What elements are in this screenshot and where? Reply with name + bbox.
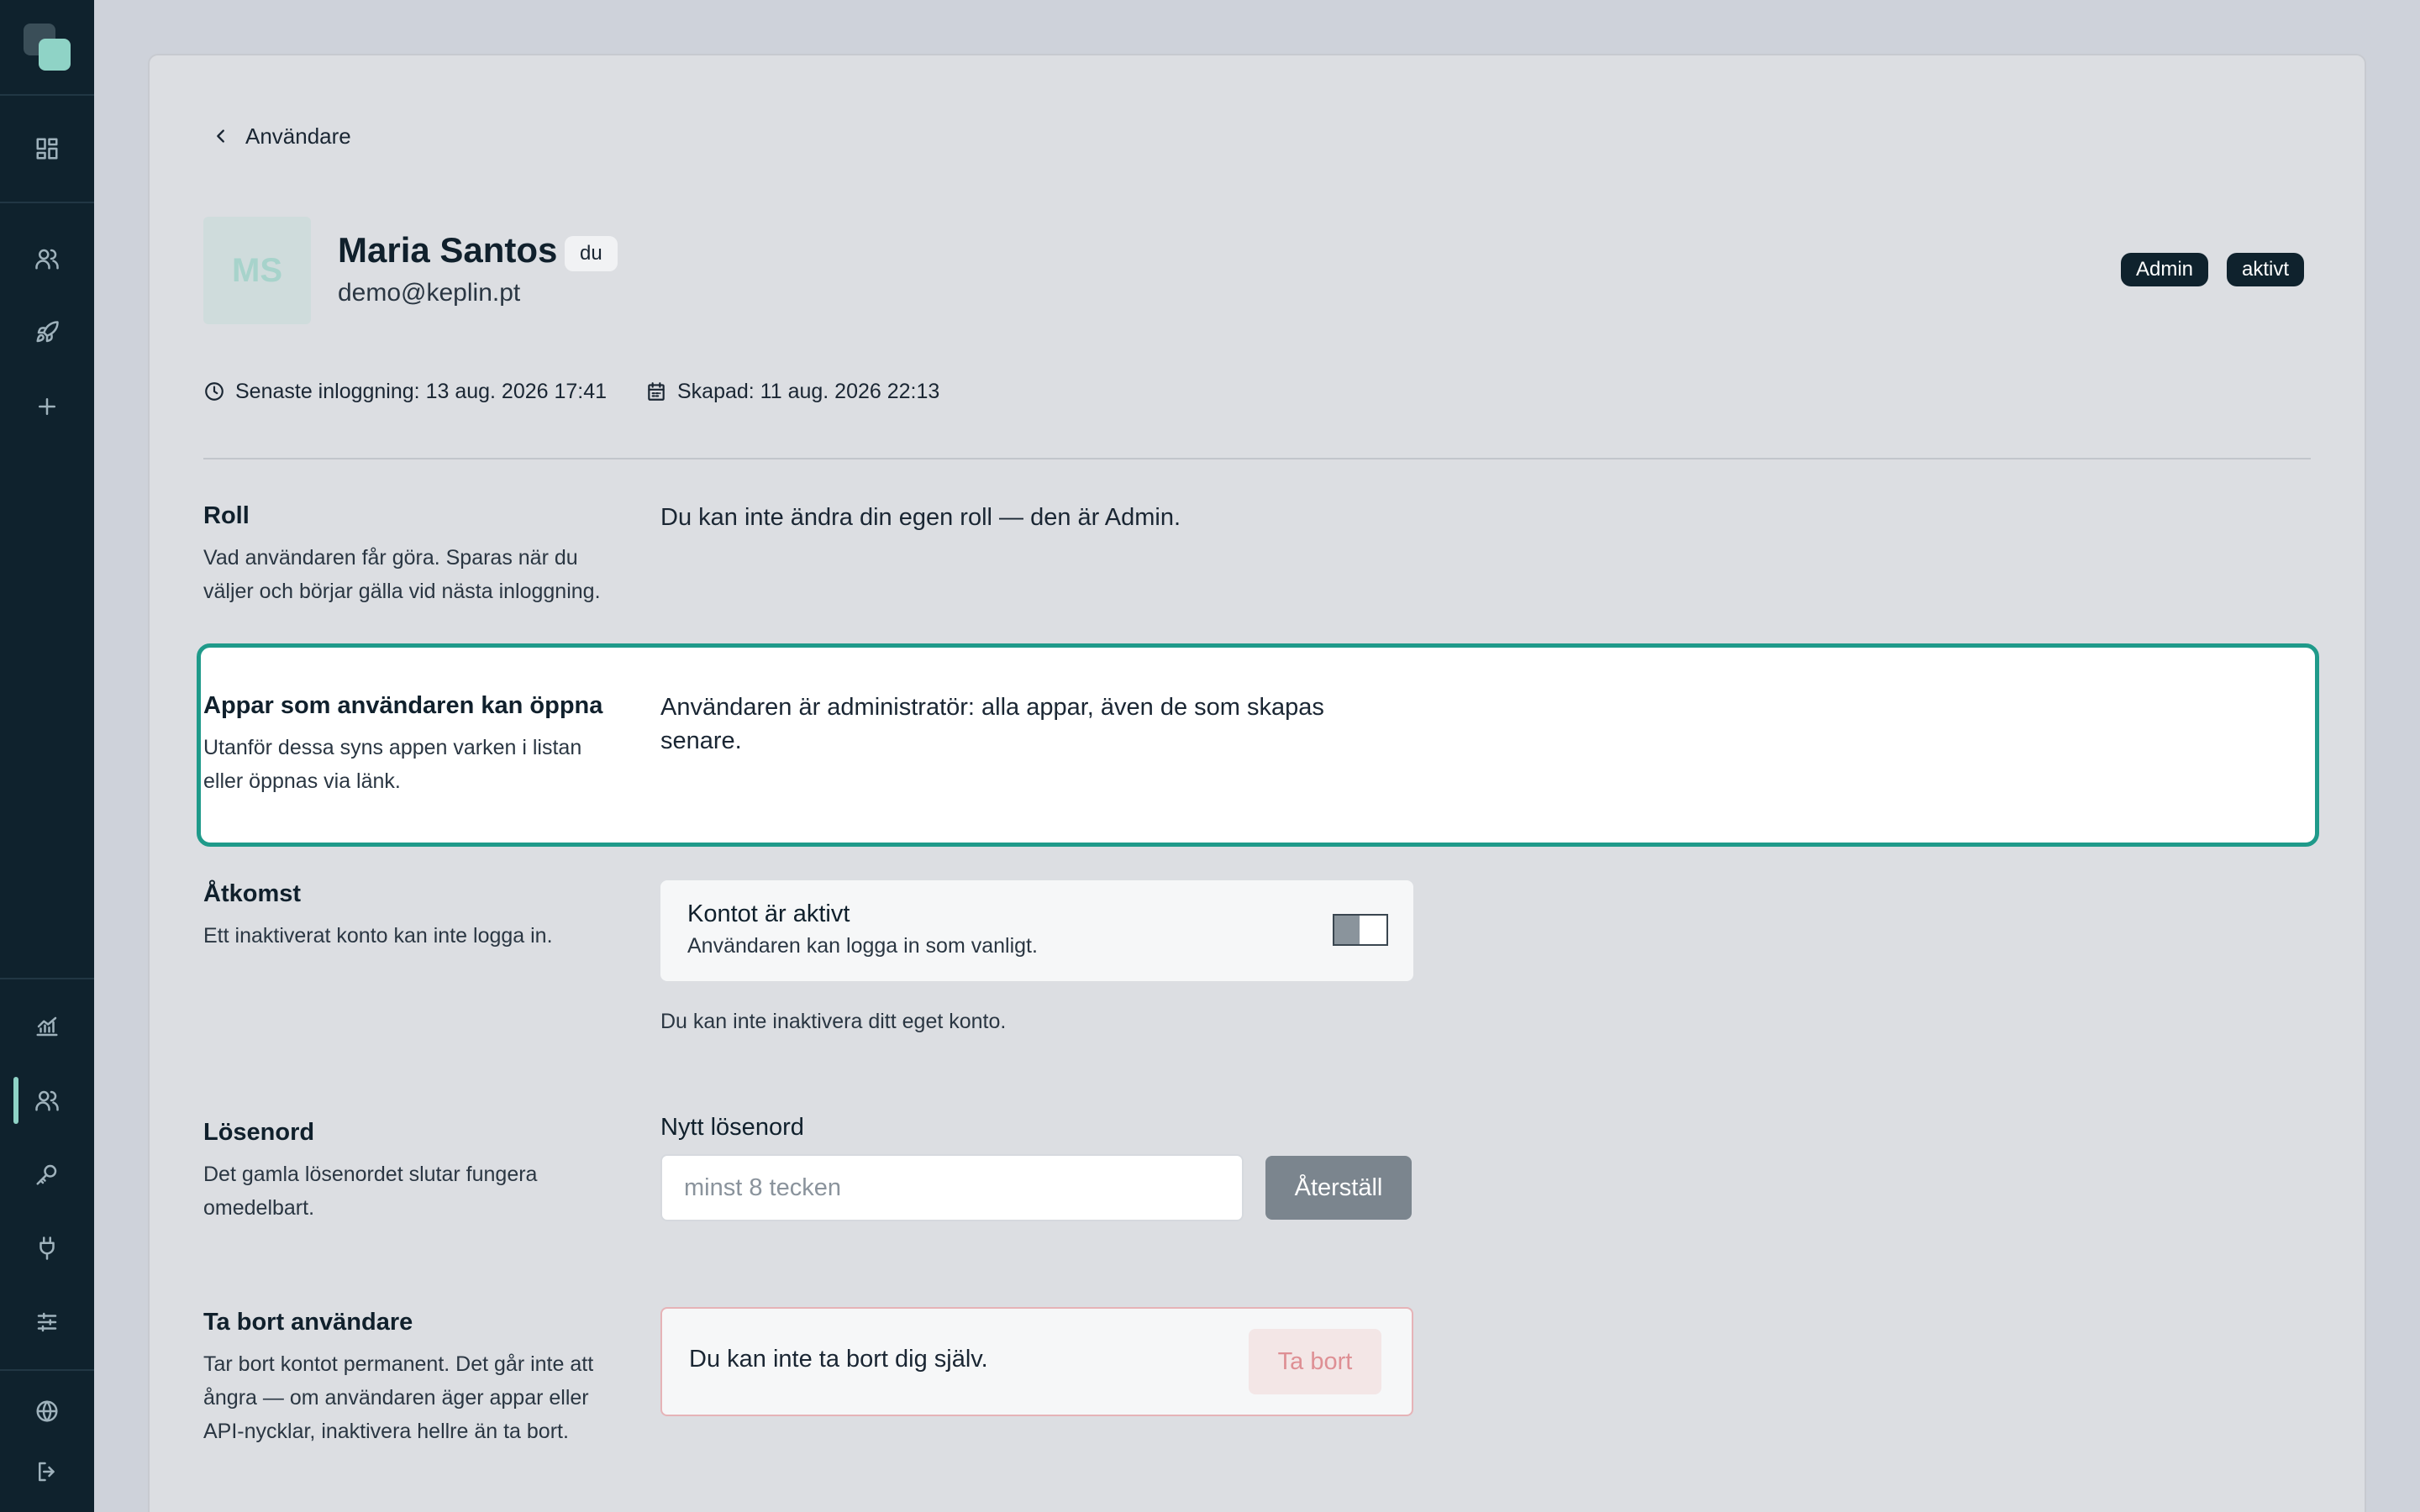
- new-password-input[interactable]: [660, 1154, 1244, 1221]
- sliders-icon: [37, 1312, 57, 1332]
- toggle-title: Kontot är aktivt: [687, 900, 850, 927]
- last-login-meta: Senaste inloggning: 13 aug. 2026 17:41: [203, 376, 607, 407]
- you-badge: du: [565, 236, 618, 271]
- sidebar-item-deploy[interactable]: [24, 309, 71, 356]
- role-badge: Admin: [2121, 253, 2209, 286]
- dashboard-icon: [36, 138, 58, 160]
- sidebar-divider: [0, 1369, 94, 1371]
- reset-password-button[interactable]: Återställ: [1265, 1156, 1412, 1220]
- analytics-icon: [36, 1016, 58, 1037]
- sidebar-item-integrations[interactable]: [24, 1225, 71, 1272]
- delete-user-card: Du kan inte ta bort dig själv. Ta bort: [660, 1307, 1413, 1416]
- access-section-title: Åtkomst: [203, 880, 302, 907]
- logo-front-square: [39, 39, 71, 71]
- switch-knob: [1334, 916, 1360, 944]
- sidebar: [0, 0, 94, 1512]
- password-section-description: Det gamla lösenordet slutar fungera omed…: [203, 1163, 538, 1220]
- logout-icon: [39, 1462, 55, 1482]
- apps-section-title: Appar som användaren kan öppna: [203, 692, 603, 719]
- delete-message: Du kan inte ta bort dig själv.: [689, 1346, 988, 1373]
- apps-section-description: Utanför dessa syns appen varken i listan…: [203, 736, 582, 793]
- sidebar-item-language[interactable]: [24, 1388, 71, 1435]
- delete-section-description: Tar bort kontot permanent. Det går inte …: [203, 1352, 594, 1443]
- sidebar-active-indicator: [13, 1077, 18, 1124]
- sidebar-item-analytics[interactable]: [24, 1003, 71, 1050]
- access-section-description: Ett inaktiverat konto kan inte logga in.: [203, 924, 553, 948]
- created-meta: Skapad: 11 aug. 2026 22:13: [645, 376, 939, 407]
- role-section-description: Vad användaren får göra. Sparas när du v…: [203, 546, 601, 603]
- users-icon: [35, 249, 59, 270]
- sidebar-item-users-top[interactable]: [24, 235, 71, 282]
- avatar: MS: [203, 217, 311, 324]
- toggle-subtitle: Användaren kan logga in som vanligt.: [687, 934, 1038, 958]
- sidebar-divider: [0, 978, 94, 979]
- user-email: demo@keplin.pt: [338, 279, 521, 307]
- users-icon: [35, 1090, 59, 1111]
- access-note: Du kan inte inaktivera ditt eget konto.: [660, 1010, 1007, 1033]
- clock-icon: [205, 382, 224, 401]
- created-text: Skapad: 11 aug. 2026 22:13: [677, 379, 940, 403]
- sidebar-item-logout[interactable]: [24, 1448, 71, 1495]
- user-name: Maria Santos: [338, 230, 558, 270]
- plug-icon: [39, 1236, 55, 1260]
- status-badge: aktivt: [2227, 253, 2305, 286]
- last-login-text: Senaste inloggning: 13 aug. 2026 17:41: [235, 379, 608, 403]
- sidebar-item-users[interactable]: [24, 1077, 71, 1124]
- role-message: Du kan inte ändra din egen roll — den är…: [660, 504, 1181, 531]
- header-divider: [203, 458, 2311, 459]
- sidebar-item-settings[interactable]: [24, 1299, 71, 1346]
- delete-user-button[interactable]: Ta bort: [1249, 1329, 1381, 1394]
- role-section-title: Roll: [203, 502, 250, 529]
- sidebar-item-add[interactable]: [24, 383, 71, 430]
- breadcrumb-back-link[interactable]: Användare: [212, 119, 351, 153]
- new-password-label: Nytt lösenord: [660, 1114, 804, 1141]
- key-icon: [36, 1164, 57, 1185]
- sidebar-item-api-keys[interactable]: [24, 1151, 71, 1198]
- plus-icon: [39, 398, 55, 415]
- chevron-left-icon: [217, 129, 224, 143]
- sidebar-divider: [0, 94, 94, 96]
- account-active-switch[interactable]: [1333, 914, 1388, 946]
- apps-message: Användaren är administratör: alla appar,…: [660, 694, 1324, 754]
- calendar-icon: [648, 382, 665, 401]
- breadcrumb-label: Användare: [245, 123, 351, 149]
- password-section-title: Lösenord: [203, 1119, 315, 1146]
- app-logo[interactable]: [24, 24, 71, 71]
- rocket-icon: [36, 321, 59, 343]
- account-active-toggle-card: Kontot är aktivt Användaren kan logga in…: [660, 880, 1413, 981]
- sidebar-divider: [0, 202, 94, 203]
- sidebar-item-dashboard[interactable]: [24, 125, 71, 172]
- globe-icon: [36, 1400, 58, 1422]
- delete-section-title: Ta bort användare: [203, 1309, 413, 1336]
